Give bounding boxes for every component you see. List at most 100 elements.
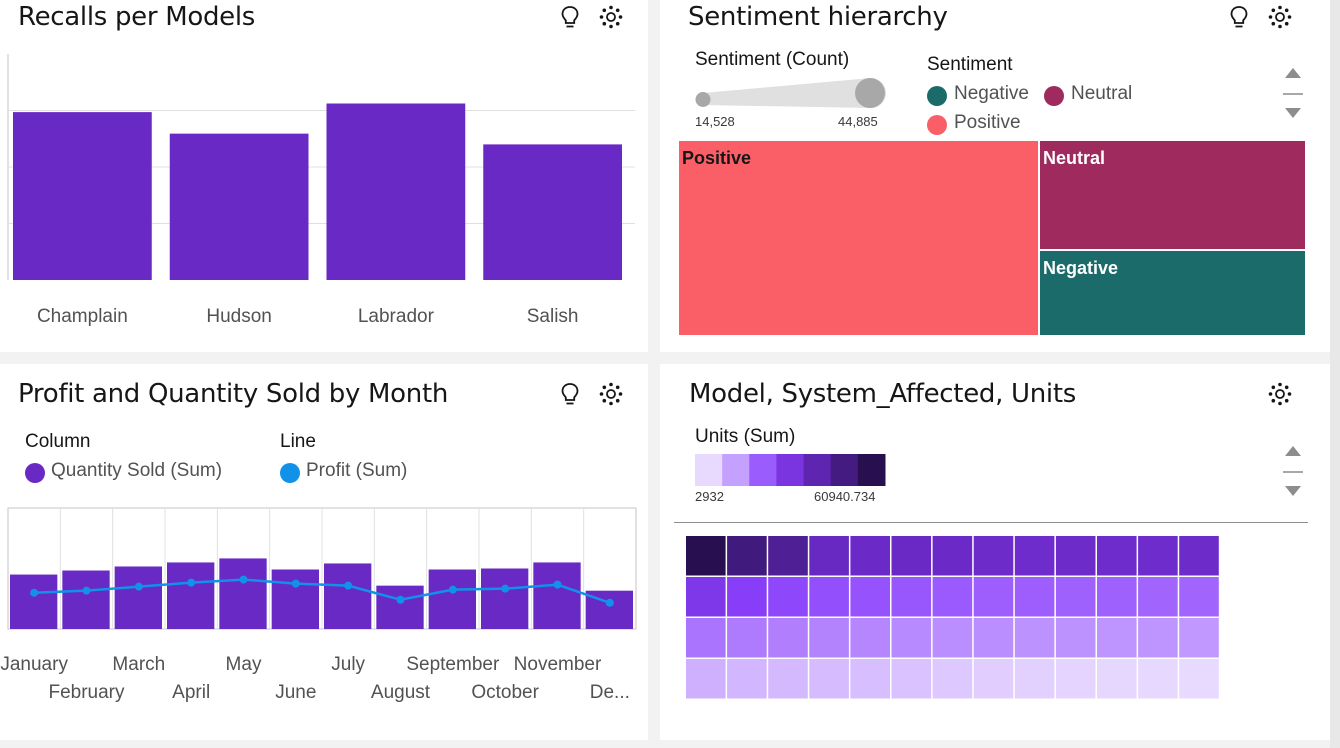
legend-swatch-profit xyxy=(280,463,300,483)
heatmap-cell xyxy=(727,659,767,699)
legend-label-profit[interactable]: Profit (Sum) xyxy=(306,460,407,482)
heatmap-cell xyxy=(850,577,890,617)
heatmap-cell xyxy=(1097,618,1137,658)
treemap-tile xyxy=(678,140,1040,336)
legend-scroll-divider xyxy=(1283,471,1303,473)
heatmap-cell xyxy=(891,659,932,699)
lightbulb-icon[interactable] xyxy=(557,381,583,407)
recalls-panel: Recalls per Models Champlain Hudson Labrad… xyxy=(0,0,648,352)
legend-scroll-up-icon[interactable] xyxy=(1282,442,1304,458)
heatmap-cell xyxy=(727,536,767,576)
heatmap-cell xyxy=(891,577,932,617)
heatmap-cell xyxy=(727,577,767,617)
heatmap-cell xyxy=(973,618,1014,658)
legend-swatch-positive xyxy=(927,115,947,135)
column-bar xyxy=(481,568,529,629)
color-legend-title: Sentiment xyxy=(927,54,1013,75)
heatmap-cell xyxy=(768,536,808,576)
legend-swatch-quantity xyxy=(25,463,45,483)
x-tick-label: De... xyxy=(590,682,630,703)
legend-label-positive[interactable]: Positive xyxy=(954,112,1021,134)
heatmap-cell xyxy=(1138,618,1178,658)
profit-point xyxy=(82,586,91,595)
heatmap-cell xyxy=(891,536,932,576)
x-tick-label: April xyxy=(172,682,210,703)
x-tick-label: July xyxy=(331,654,365,675)
heatmap-cell xyxy=(686,618,726,658)
heatmap-legend-title: Units (Sum) xyxy=(695,426,796,447)
x-tick-label: June xyxy=(275,682,316,703)
heatmap-cell xyxy=(932,577,973,617)
heatmap-cell xyxy=(809,618,849,658)
profit-point xyxy=(291,579,300,588)
heatmap-cell xyxy=(1014,618,1055,658)
legend-label-neutral[interactable]: Neutral xyxy=(1071,83,1132,105)
column-bar xyxy=(376,585,424,629)
column-bar xyxy=(271,569,319,629)
settings-icon[interactable] xyxy=(598,381,624,407)
treemap-tile-label: Neutral xyxy=(1043,148,1105,168)
heatmap-cell xyxy=(809,659,849,699)
legend-label-negative[interactable]: Negative xyxy=(954,83,1029,105)
column-bar xyxy=(62,570,110,629)
size-legend-shape xyxy=(695,78,886,108)
heatmap-cell xyxy=(1097,577,1137,617)
profit-point xyxy=(30,588,39,597)
legend-line-title: Line xyxy=(280,431,316,452)
heatmap-cell xyxy=(686,577,726,617)
legend-swatch xyxy=(722,454,750,486)
legend-swatch xyxy=(776,454,805,486)
heatmap-cell xyxy=(1138,536,1178,576)
treemap-tile-label: Positive xyxy=(682,148,751,168)
x-tick-label: Labrador xyxy=(358,306,435,327)
sentiment-panel: Sentiment hierarchy Sentiment (Count) 14… xyxy=(660,0,1330,352)
heatmap-cell xyxy=(1138,659,1178,699)
bar xyxy=(326,103,466,280)
heatmap-cell xyxy=(891,618,932,658)
legend-scroll-up-icon[interactable] xyxy=(1282,64,1304,80)
heatmap-cell xyxy=(850,536,890,576)
legend-scroll-down-icon[interactable] xyxy=(1282,484,1304,500)
settings-icon[interactable] xyxy=(1267,4,1293,30)
lightbulb-icon[interactable] xyxy=(557,4,583,30)
heatmap-cell xyxy=(1179,618,1219,658)
profit-combo-chart: January February March April May June July Augu… xyxy=(0,507,637,703)
heatmap-cell xyxy=(1097,536,1137,576)
x-tick-label: August xyxy=(371,682,431,703)
heatmap-cell xyxy=(973,659,1014,699)
legend-scroll-down-icon[interactable] xyxy=(1282,106,1304,122)
legend-label-quantity[interactable]: Quantity Sold (Sum) xyxy=(51,460,222,482)
legend-swatch-negative xyxy=(927,86,947,106)
heatmap-legend-max: 60940.734 xyxy=(814,489,876,504)
heatmap-cell xyxy=(1055,536,1096,576)
legend-swatch xyxy=(749,454,777,486)
heatmap-cell xyxy=(932,536,973,576)
treemap-tile-label: Negative xyxy=(1043,258,1118,278)
bar xyxy=(483,144,622,280)
legend-swatch xyxy=(803,454,832,486)
heatmap-cell xyxy=(1138,577,1178,617)
heatmap-cell xyxy=(1014,577,1055,617)
heatmap-cell xyxy=(768,659,808,699)
settings-icon[interactable] xyxy=(1267,381,1293,407)
lightbulb-icon[interactable] xyxy=(1226,4,1252,30)
heatmap-cell xyxy=(932,618,973,658)
heatmap-cell xyxy=(686,659,726,699)
column-bar xyxy=(167,562,215,629)
heatmap-cell xyxy=(1179,536,1219,576)
x-tick-label: February xyxy=(48,682,125,703)
heatmap-cell xyxy=(768,577,808,617)
heatmap-cell xyxy=(1179,577,1219,617)
settings-icon[interactable] xyxy=(598,4,624,30)
heatmap-cell xyxy=(1014,659,1055,699)
profit-point xyxy=(605,598,614,607)
legend-swatch xyxy=(857,454,886,486)
bar xyxy=(169,133,309,280)
column-bar xyxy=(219,558,267,629)
heatmap-cell xyxy=(809,536,849,576)
page-scrollbar[interactable] xyxy=(1330,0,1340,748)
size-legend-max: 44,885 xyxy=(838,114,878,129)
size-legend-min: 14,528 xyxy=(695,114,735,129)
profit-point xyxy=(134,582,143,591)
recalls-bar-chart: Champlain Hudson Labrador Salish xyxy=(7,54,635,327)
